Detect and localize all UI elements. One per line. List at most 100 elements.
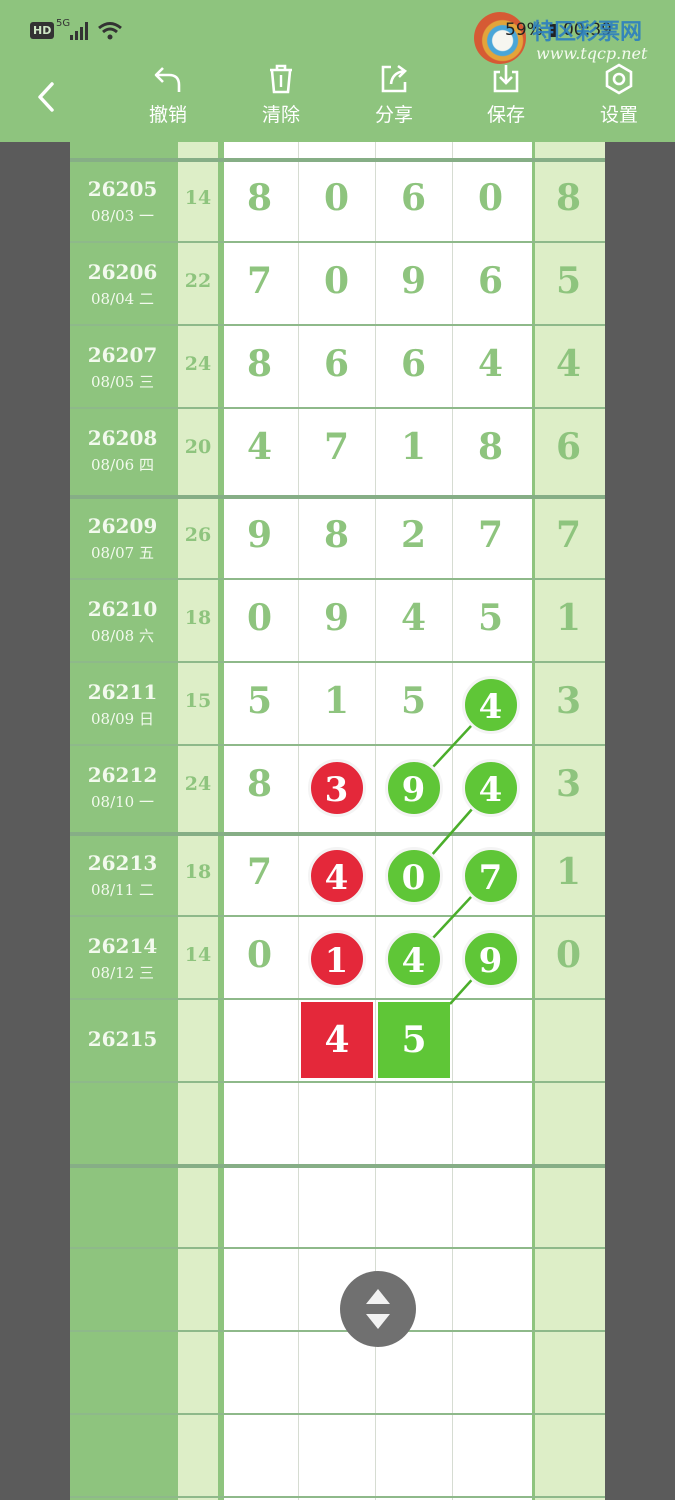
app-header: HD 5G 59% ▮ 00:39 特区彩票网 www.tqcp.net 撤销 … [0,0,675,142]
green-ball[interactable]: 9 [384,759,443,817]
hd-indicator: HD [30,22,55,39]
clear-button[interactable]: 清除 [241,62,321,127]
period-label: 26205 08/03 一 [87,177,158,225]
undo-icon [154,67,181,92]
digit-cell[interactable]: 4 [452,343,529,385]
digit-cell[interactable]: 4 [221,426,298,468]
sum-value: 24 [184,353,212,375]
grid-hline [70,832,605,836]
green-ball[interactable]: 4 [461,676,520,734]
digit-cell[interactable]: 6 [375,343,452,385]
download-icon [493,65,519,93]
digit-cell[interactable]: 7 [452,514,529,556]
grid-hline [70,915,605,917]
digit-cell[interactable]: 6 [298,343,375,385]
period-label: 26209 08/07 五 [87,514,158,562]
digit-cell[interactable]: 0 [298,177,375,219]
scroll-toggle-button[interactable] [340,1271,416,1347]
brand-watermark: 特区彩票网 [532,20,643,45]
green-ball[interactable]: 7 [461,847,520,905]
digit-cell[interactable]: 8 [221,343,298,385]
digit-cell[interactable]: 0 [298,260,375,302]
digit-cell[interactable]: 8 [452,426,529,468]
share-icon [381,64,408,93]
up-down-arrows-icon [366,1289,390,1329]
save-button[interactable]: 保存 [466,62,546,127]
share-label: 分享 [374,104,413,126]
sum-value: 14 [184,944,212,966]
digit-cell[interactable]: 9 [375,260,452,302]
period-label: 26211 08/09 日 [87,680,158,728]
red-ball[interactable]: 3 [307,759,366,817]
grid-hline [70,1081,605,1083]
green-ball[interactable]: 0 [384,847,443,905]
back-icon[interactable] [30,80,64,114]
grid-hline [70,324,605,326]
sum-column [175,142,221,1500]
pending-pick-red[interactable]: 4 [301,1002,373,1078]
tail-value: 7 [555,514,582,556]
tail-value: 6 [555,426,582,468]
grid-hline [70,998,605,1000]
grid-hline [70,661,605,663]
tail-value: 1 [555,597,582,639]
digit-cell[interactable]: 9 [298,597,375,639]
grid-hline [70,1496,605,1498]
digit-cell[interactable]: 0 [221,934,298,976]
digit-cell[interactable]: 5 [221,680,298,722]
tail-value: 0 [555,934,582,976]
sum-value: 18 [184,607,212,629]
trend-chart[interactable]: 26205 08/03 一 14 8 0 6 0 8 26206 08/04 二 22 7 0 9 6 5 26… [70,142,605,1500]
grid-hline [70,1247,605,1249]
digit-cell[interactable]: 7 [221,851,298,893]
green-ball[interactable]: 9 [461,930,520,988]
digit-cell[interactable]: 1 [375,426,452,468]
undo-label: 撤销 [148,104,187,126]
digit-cell[interactable]: 6 [452,260,529,302]
red-ball[interactable]: 1 [307,930,366,988]
digit-cell[interactable]: 7 [221,260,298,302]
wifi-icon [98,22,122,40]
grid-hline [70,1413,605,1415]
trash-icon [270,64,292,94]
network-type: 5G [56,18,71,29]
undo-button[interactable]: 撤销 [128,62,208,127]
green-ball[interactable]: 4 [461,759,520,817]
red-ball[interactable]: 4 [307,847,366,905]
grid-hline [70,1164,605,1168]
sum-value: 24 [184,773,212,795]
save-label: 保存 [486,104,525,126]
digit-cell[interactable]: 8 [298,514,375,556]
clear-label: 清除 [261,104,300,126]
tail-value: 3 [555,763,582,805]
digit-cell[interactable]: 6 [375,177,452,219]
digit-cell[interactable]: 8 [221,763,298,805]
share-button[interactable]: 分享 [354,62,434,127]
digit-cell[interactable]: 9 [221,514,298,556]
digit-cell[interactable]: 7 [298,426,375,468]
grid-hline [70,407,605,409]
digit-cell[interactable]: 5 [375,680,452,722]
sum-value: 20 [184,436,212,458]
digit-cell[interactable]: 8 [221,177,298,219]
brand-url: www.tqcp.net [536,44,648,63]
digit-cell[interactable]: 0 [452,177,529,219]
period-label: 26214 08/12 三 [87,934,158,982]
tail-value: 3 [555,680,582,722]
digit-cell[interactable]: 1 [298,680,375,722]
settings-button[interactable]: 设置 [579,62,659,127]
green-ball[interactable]: 4 [384,930,443,988]
digit-cell[interactable]: 2 [375,514,452,556]
period-label: 26210 08/08 六 [87,597,158,645]
settings-icon [605,63,633,95]
grid-hline [70,241,605,243]
digit-cell[interactable]: 5 [452,597,529,639]
pending-pick-green[interactable]: 5 [378,1002,450,1078]
tail-value: 5 [555,260,582,302]
digit-cell[interactable]: 0 [221,597,298,639]
tail-value: 1 [555,851,582,893]
period-label: 26207 08/05 三 [87,343,158,391]
sum-value: 15 [184,690,212,712]
tail-value: 8 [555,177,582,219]
digit-cell[interactable]: 4 [375,597,452,639]
